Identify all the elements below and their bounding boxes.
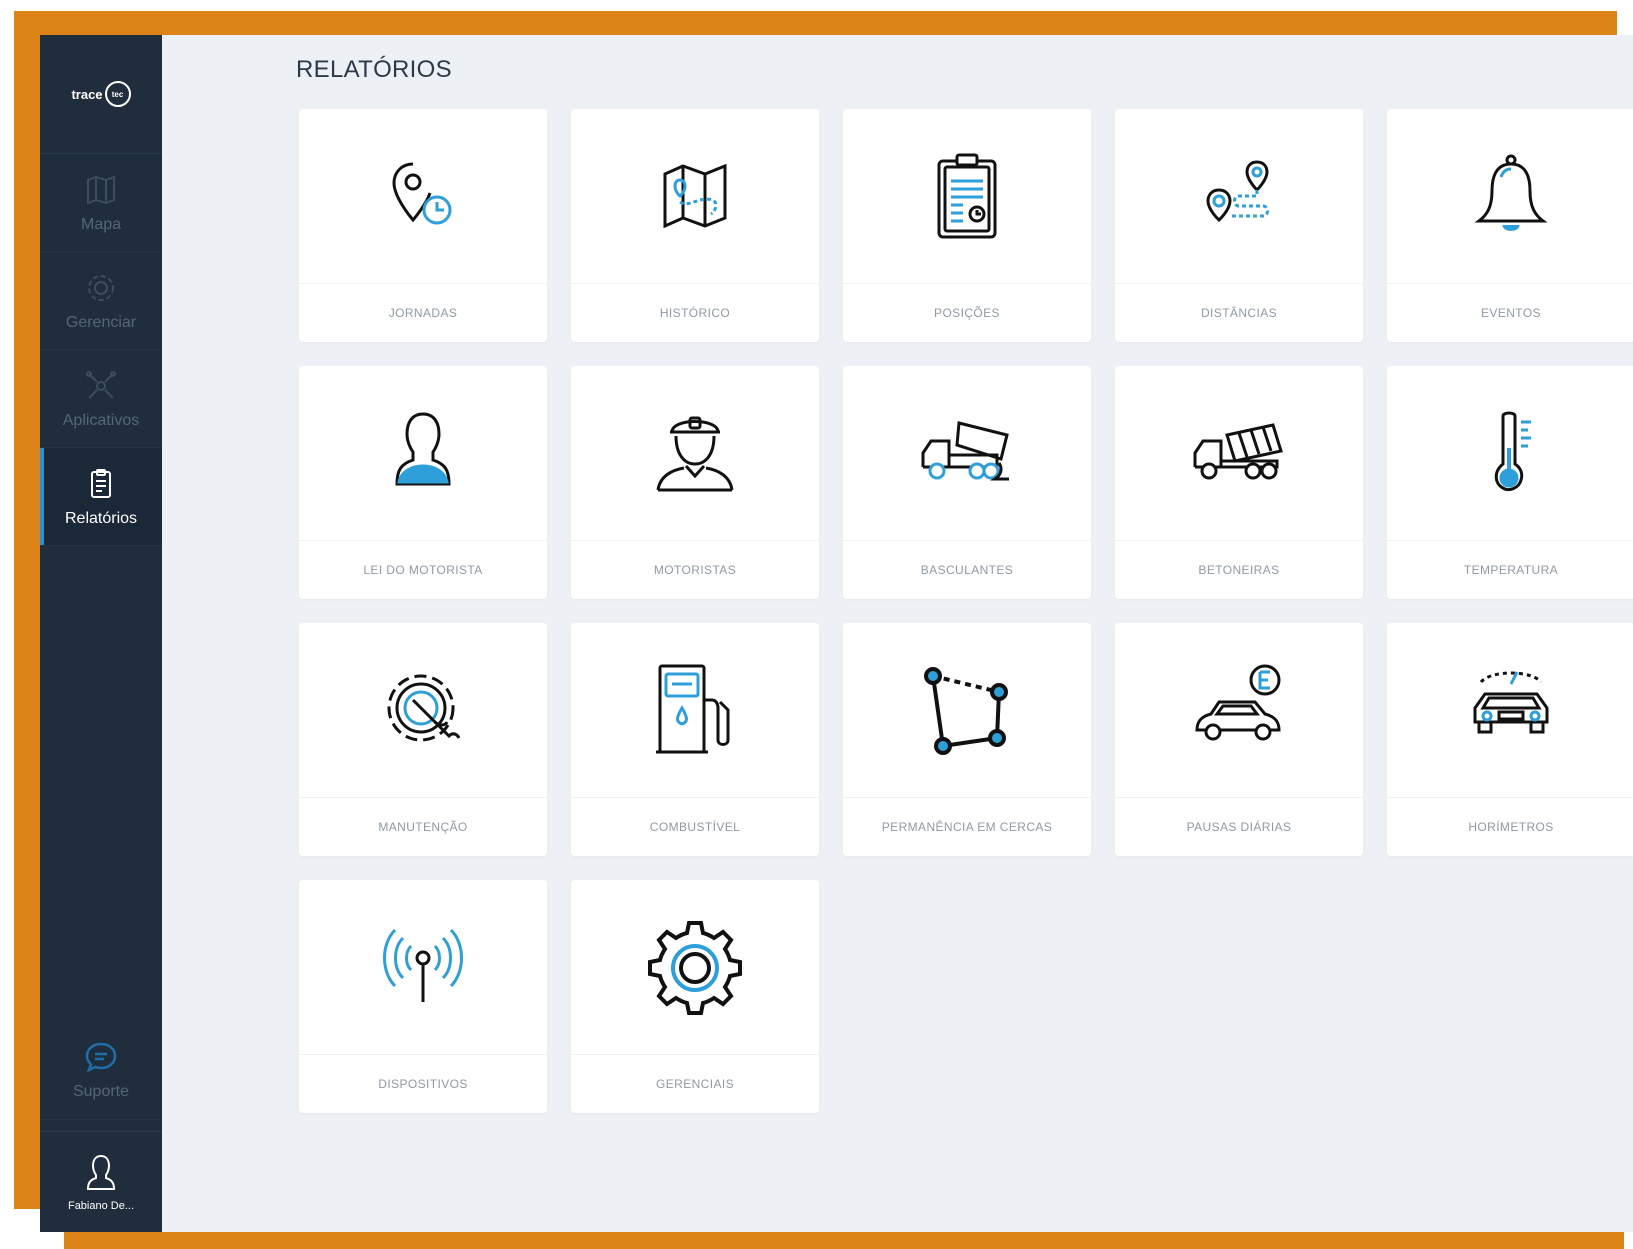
sidebar-item-mapa[interactable]: Mapa: [40, 154, 162, 252]
sidebar: trace tec Mapa Gerenciar Aplicativos Rel…: [40, 35, 162, 1232]
map-icon: [83, 172, 119, 208]
logo[interactable]: trace tec: [40, 35, 162, 154]
page-title: RELATÓRIOS: [296, 56, 452, 83]
report-label: PAUSAS DIÁRIAS: [1186, 820, 1292, 834]
report-label: PERMANÊNCIA EM CERCAS: [881, 820, 1053, 834]
antenna-icon: [299, 880, 547, 1055]
chat-icon: [83, 1039, 119, 1075]
report-label: GERENCIAIS: [655, 1077, 734, 1091]
thermometer-icon: [1387, 366, 1633, 541]
logo-mark: trace tec: [71, 81, 131, 107]
report-card-motoristas[interactable]: MOTORISTAS: [571, 366, 819, 599]
report-label: DISPOSITIVOS: [378, 1077, 468, 1091]
map-route-icon: [571, 109, 819, 284]
driver-icon: [571, 366, 819, 541]
dump-truck-icon: [843, 366, 1091, 541]
report-card-temperatura[interactable]: TEMPERATURA: [1387, 366, 1633, 599]
report-card-betoneiras[interactable]: BETONEIRAS: [1115, 366, 1363, 599]
report-card-distancias[interactable]: DISTÂNCIAS: [1115, 109, 1363, 342]
main-content: RELATÓRIOS JORNADAS HISTÓRICO POSIÇÕES D…: [162, 35, 1633, 1232]
user-profile[interactable]: Fabiano De...: [40, 1131, 162, 1232]
user-name: Fabiano De...: [67, 1200, 135, 1212]
bell-icon: [1387, 109, 1633, 284]
report-label: HORÍMETROS: [1468, 820, 1554, 834]
report-card-permanencia-em-cercas[interactable]: PERMANÊNCIA EM CERCAS: [843, 623, 1091, 856]
report-icon: [83, 466, 119, 502]
car-gauge-icon: [1387, 623, 1633, 798]
report-label: POSIÇÕES: [934, 306, 1000, 320]
sidebar-item-label: Gerenciar: [65, 313, 137, 331]
app-window: trace tec Mapa Gerenciar Aplicativos Rel…: [40, 35, 1633, 1232]
sidebar-item-label: Aplicativos: [62, 411, 140, 429]
report-card-horimetros[interactable]: HORÍMETROS: [1387, 623, 1633, 856]
report-label: BASCULANTES: [920, 563, 1014, 577]
report-label: TEMPERATURA: [1463, 563, 1559, 577]
report-card-lei-do-motorista[interactable]: LEI DO MOTORISTA: [299, 366, 547, 599]
report-label: BETONEIRAS: [1198, 563, 1280, 577]
orange-frame-bottom: [64, 1232, 1624, 1249]
report-card-pausas-diarias[interactable]: PAUSAS DIÁRIAS: [1115, 623, 1363, 856]
car-parking-icon: [1115, 623, 1363, 798]
location-clock-icon: [299, 109, 547, 284]
sidebar-item-suporte[interactable]: Suporte: [40, 1021, 162, 1120]
report-label: EVENTOS: [1481, 306, 1541, 320]
sidebar-item-gerenciar[interactable]: Gerenciar: [40, 252, 162, 350]
report-card-posicoes[interactable]: POSIÇÕES: [843, 109, 1091, 342]
report-label: DISTÂNCIAS: [1200, 306, 1277, 320]
cement-mixer-icon: [1115, 366, 1363, 541]
sidebar-item-label: Mapa: [80, 215, 122, 233]
polygon-fence-icon: [843, 623, 1091, 798]
distance-pins-icon: [1115, 109, 1363, 284]
report-card-basculantes[interactable]: BASCULANTES: [843, 366, 1091, 599]
person-icon: [299, 366, 547, 541]
sidebar-item-aplicativos[interactable]: Aplicativos: [40, 350, 162, 448]
report-card-jornadas[interactable]: JORNADAS: [299, 109, 547, 342]
clipboard-icon: [843, 109, 1091, 284]
apps-icon: [83, 368, 119, 404]
report-card-gerenciais[interactable]: GERENCIAIS: [571, 880, 819, 1113]
gear-icon: [83, 270, 119, 306]
logo-badge: tec: [104, 81, 131, 107]
report-label: JORNADAS: [388, 306, 458, 320]
report-card-combustivel[interactable]: COMBUSTÍVEL: [571, 623, 819, 856]
report-label: COMBUSTÍVEL: [649, 820, 741, 834]
orange-frame-top: [14, 11, 1617, 35]
report-card-manutencao[interactable]: MANUTENÇÃO: [299, 623, 547, 856]
reports-grid: JORNADAS HISTÓRICO POSIÇÕES DISTÂNCIAS E…: [299, 109, 1633, 1113]
report-card-eventos[interactable]: EVENTOS: [1387, 109, 1633, 342]
gear-icon: [571, 880, 819, 1055]
report-label: MANUTENÇÃO: [378, 820, 468, 834]
fuel-pump-icon: [571, 623, 819, 798]
sidebar-item-label: Relatórios: [64, 509, 138, 527]
orange-frame-left: [14, 11, 40, 1209]
logo-text: trace: [71, 86, 103, 102]
maintenance-gear-icon: [299, 623, 547, 798]
report-label: MOTORISTAS: [653, 563, 737, 577]
user-avatar-icon: [85, 1152, 117, 1192]
report-label: LEI DO MOTORISTA: [363, 563, 483, 577]
support-label: Suporte: [72, 1083, 130, 1100]
report-card-historico[interactable]: HISTÓRICO: [571, 109, 819, 342]
report-card-dispositivos[interactable]: DISPOSITIVOS: [299, 880, 547, 1113]
report-label: HISTÓRICO: [659, 306, 731, 320]
sidebar-item-relatorios[interactable]: Relatórios: [40, 448, 162, 546]
